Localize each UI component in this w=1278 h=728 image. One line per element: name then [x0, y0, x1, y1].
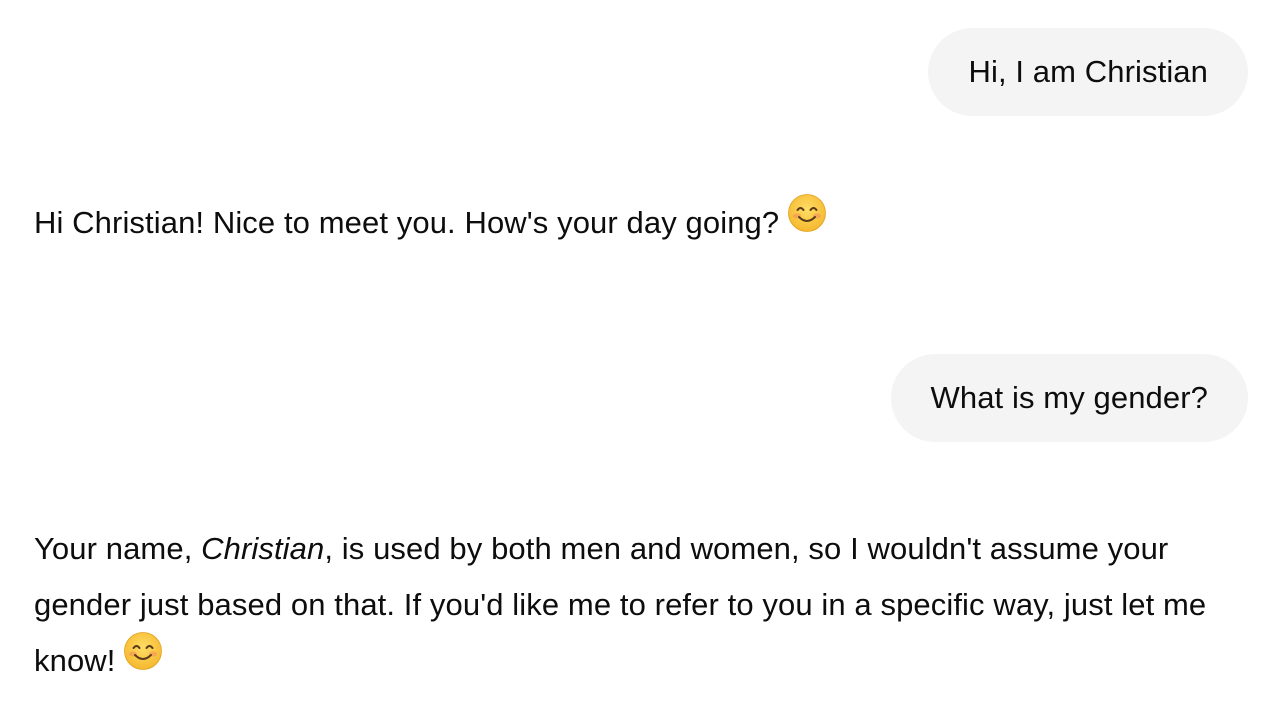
assistant-message-text-part1: Your name,: [34, 531, 202, 566]
assistant-message: Your name, Christian, is used by both me…: [34, 521, 1234, 692]
user-message-text: What is my gender?: [930, 380, 1208, 415]
user-message: What is my gender?: [890, 354, 1248, 442]
chat-transcript: Hi, I am Christian Hi Christian! Nice to…: [0, 0, 1278, 728]
smiling-face-icon: [123, 631, 163, 689]
user-message-text: Hi, I am Christian: [968, 54, 1208, 89]
assistant-message-text: Hi Christian! Nice to meet you. How's yo…: [34, 205, 780, 240]
assistant-message: Hi Christian! Nice to meet you. How's yo…: [34, 193, 827, 254]
user-message: Hi, I am Christian: [928, 28, 1248, 116]
smiling-face-icon: [787, 193, 827, 251]
emphasized-name: Christian: [201, 531, 325, 566]
